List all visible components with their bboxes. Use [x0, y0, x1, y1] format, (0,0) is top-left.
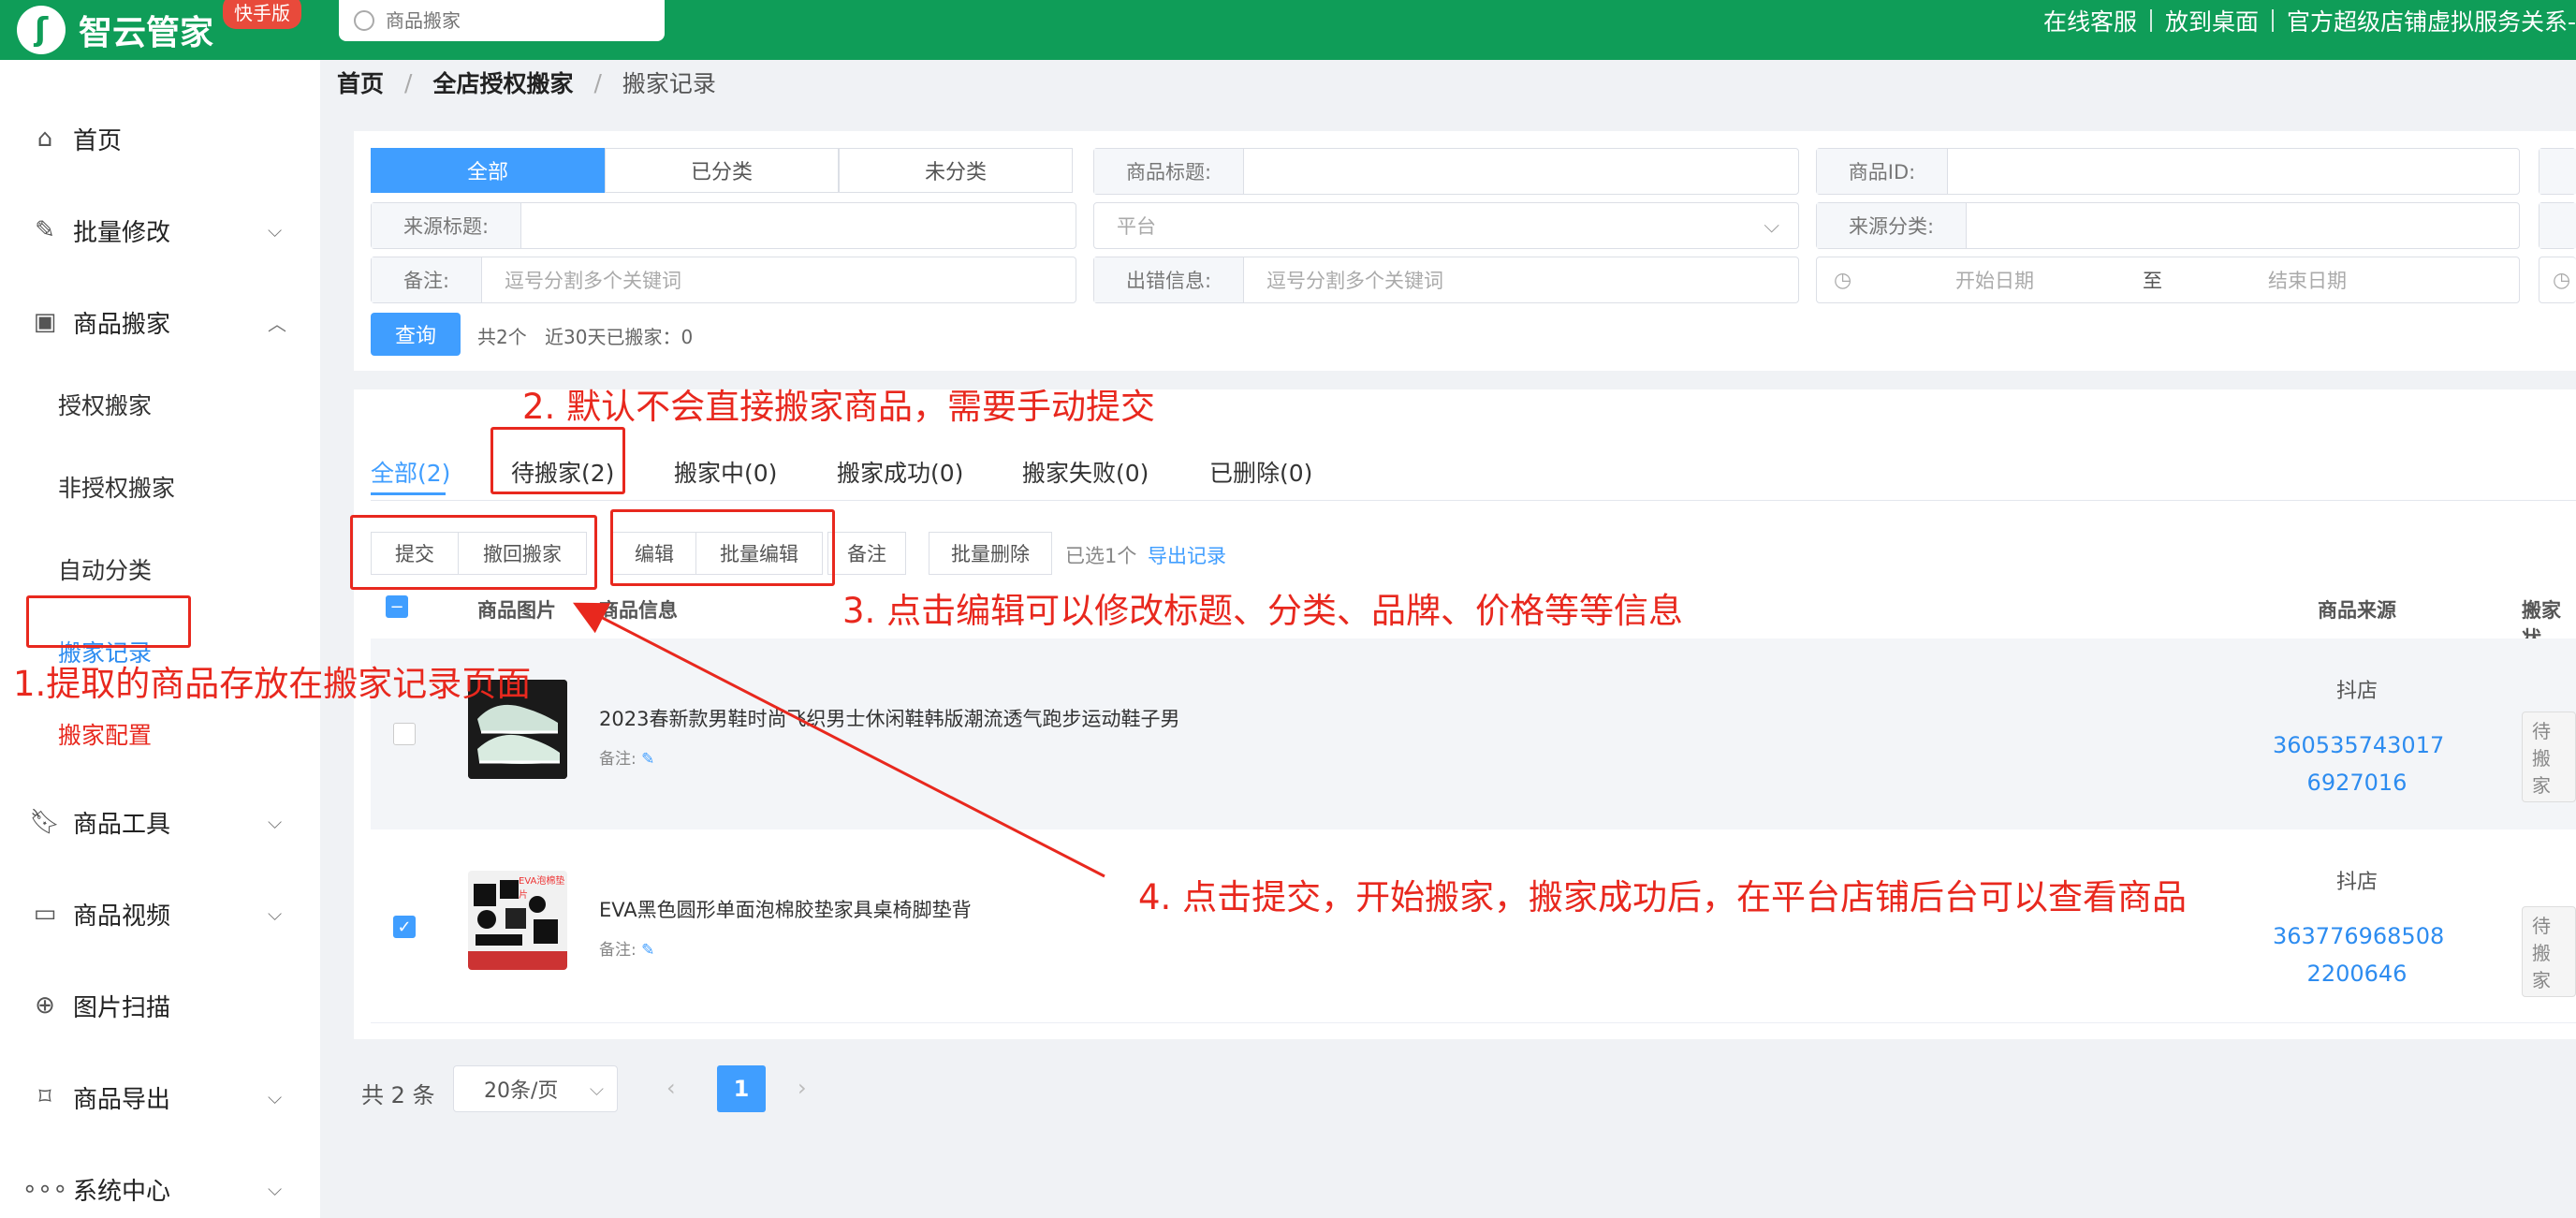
annotation-arrow: [572, 602, 1105, 878]
